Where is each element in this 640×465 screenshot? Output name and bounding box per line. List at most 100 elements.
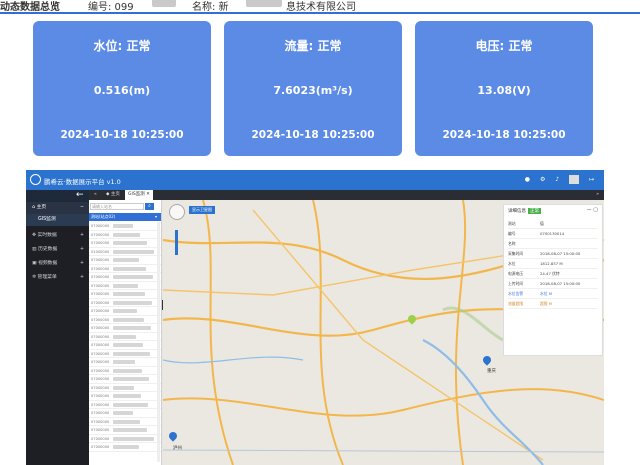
list-item-code: 07000000: [91, 419, 110, 424]
list-item-code: 07000000: [91, 275, 110, 279]
list-item[interactable]: 07000000: [89, 401, 161, 409]
list-item[interactable]: 07000000: [89, 299, 161, 307]
redacted-text: [113, 300, 152, 305]
redacted-text: [113, 360, 135, 364]
bell-icon[interactable]: ♪: [555, 176, 559, 183]
list-item[interactable]: 07000000: [89, 239, 161, 248]
map-view[interactable]: 显示卫星图 重庆 泸州 详细信息 正常 — ▢ 测站 值编号 0700130014 名称…: [163, 200, 604, 465]
sidebar-item-realtime[interactable]: ✥ 实时数据 +: [26, 230, 89, 242]
card-title: 流量: 正常: [284, 39, 342, 53]
list-item-code: 07000000: [91, 300, 110, 305]
redacted-text: [113, 258, 139, 262]
info-key: 编号: [508, 231, 516, 236]
info-value: 值: [540, 221, 544, 226]
sidebar-item-label: 视频数据: [38, 261, 58, 266]
plus-icon: +: [79, 261, 84, 266]
tab-next-icon[interactable]: »: [593, 190, 602, 200]
redacted-text: [113, 428, 147, 432]
sidebar-item-video[interactable]: ▣ 视频数据 +: [26, 258, 89, 270]
list-item[interactable]: 07000000: [89, 350, 161, 358]
station-info-panel: 详细信息 正常 — ▢ 测站 值编号 0700130014 名称 采集时间 2018-08-…: [503, 204, 603, 356]
plus-icon: +: [79, 275, 84, 280]
redacted-text: [113, 317, 144, 322]
tab-label: 主页: [110, 192, 120, 197]
top-info-bar: 动态数据总览 编号: 099 名称: 新 息技术有限公司: [0, 0, 640, 14]
app-header: 鹏希云·数据展示平台 v1.0 ● ⚙ ♪ ↦: [26, 170, 604, 190]
station-list-panel: 请输入站名 ⌕ 测站(站点02) ▾ 07000000 07000000 070000…: [89, 200, 162, 465]
sidebar-item-manage[interactable]: ✲ 管理菜单 +: [26, 272, 89, 284]
scrollbar[interactable]: [157, 222, 160, 462]
tab-home[interactable]: ◆ 主页: [103, 190, 123, 200]
list-item[interactable]: 07000000: [89, 418, 161, 426]
info-value: 2018-08-07 15:00:00: [540, 281, 581, 286]
list-item[interactable]: 07000000: [89, 341, 161, 350]
list-item[interactable]: 07000000: [89, 384, 161, 392]
list-item[interactable]: 07000000: [89, 265, 161, 273]
list-item-code: 07000000: [91, 326, 110, 330]
info-key: 上传时间: [508, 281, 524, 286]
avatar[interactable]: [569, 175, 580, 184]
list-item[interactable]: 07000000: [89, 358, 161, 367]
list-item[interactable]: 07000000: [89, 443, 161, 452]
info-value: 超限 M: [540, 301, 553, 306]
group-row[interactable]: 测站(站点02) ▾: [89, 213, 161, 221]
list-item-code: 07000000: [91, 309, 110, 313]
tab-prev-icon[interactable]: «: [91, 190, 100, 200]
search-icon[interactable]: ●: [525, 176, 530, 183]
info-value: 水位 M: [540, 291, 553, 296]
redacted-text: [113, 394, 141, 398]
redacted-text: [113, 377, 149, 381]
list-item-code: 07000000: [91, 394, 110, 398]
list-item-code: 07000000: [91, 411, 110, 415]
settings-icon[interactable]: ⚙: [540, 176, 545, 183]
tab-gis[interactable]: GIS监测 ✕: [125, 190, 153, 200]
card-time: 2024-10-18 10:25:00: [60, 129, 184, 141]
list-item-code: 07000000: [91, 351, 110, 356]
code-blur: [150, 0, 178, 9]
list-item[interactable]: 07000000: [89, 307, 161, 316]
zoom-slider[interactable]: [175, 230, 178, 255]
sidebar-item-history[interactable]: ▥ 历史数据 +: [26, 244, 89, 256]
name-label: 名称: 新: [192, 2, 229, 13]
list-item[interactable]: 07000000: [89, 333, 161, 341]
info-key: 水位: [508, 261, 516, 266]
voltage-card: 电压: 正常 13.08(V) 2024-10-18 10:25:00: [415, 21, 593, 156]
card-value: 0.516(m): [93, 84, 151, 97]
list-item[interactable]: 07000000: [89, 282, 161, 290]
sidebar-item-home[interactable]: ⌂ 主页 −: [26, 202, 89, 214]
satellite-toggle-button[interactable]: 显示卫星图: [189, 206, 215, 214]
list-item[interactable]: 07000000: [89, 367, 161, 375]
info-key: 测站: [508, 221, 516, 226]
redacted-text: [113, 292, 145, 296]
list-item-code: 07000000: [91, 385, 110, 390]
info-key: 电源电压: [508, 271, 524, 276]
list-item[interactable]: 07000000: [89, 231, 161, 239]
list-item[interactable]: 07000000: [89, 435, 161, 443]
search-button[interactable]: ⌕: [145, 203, 154, 210]
sidebar-item-gis[interactable]: GIS监测: [26, 214, 89, 226]
list-item[interactable]: 07000000: [89, 256, 161, 265]
list-item[interactable]: 07000000: [89, 409, 161, 418]
list-item[interactable]: 07000000: [89, 392, 161, 401]
list-item[interactable]: 07000000: [89, 426, 161, 435]
list-item[interactable]: 07000000: [89, 375, 161, 384]
exit-icon[interactable]: ↦: [589, 176, 594, 183]
list-item[interactable]: 07000000: [89, 290, 161, 299]
list-item[interactable]: 07000000: [89, 316, 161, 324]
water-level-card: 水位: 正常 0.516(m) 2024-10-18 10:25:00: [33, 21, 211, 156]
collapse-arrow-icon[interactable]: ←: [76, 190, 84, 200]
map-compass[interactable]: [169, 204, 185, 220]
search-input[interactable]: 请输入站名: [90, 203, 144, 210]
sidebar-item-label: 主页: [36, 205, 47, 210]
list-item[interactable]: 01000000: [89, 248, 161, 256]
plus-icon: +: [79, 233, 84, 238]
list-item-code: 07000000: [91, 436, 110, 441]
info-title: 详细信息 正常: [508, 208, 541, 214]
close-icon[interactable]: — ▢: [587, 207, 598, 213]
cloud-logo-icon: [30, 174, 41, 185]
list-item[interactable]: 07000000: [89, 324, 161, 333]
redacted-text: [113, 368, 142, 373]
list-item[interactable]: 07000000: [89, 222, 161, 231]
redacted-text: [113, 385, 134, 390]
list-item[interactable]: 07000000: [89, 273, 161, 282]
